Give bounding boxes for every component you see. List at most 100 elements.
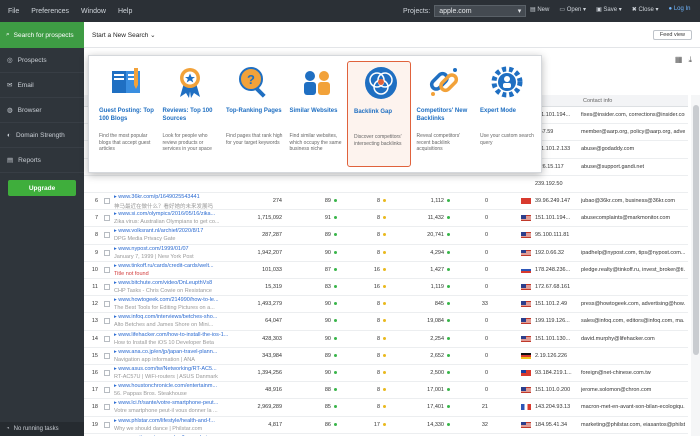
table-row[interactable]: 14 ▸ www.lifehacker.com/how-to-install-th…: [84, 331, 688, 348]
search-card-similar-websites[interactable]: Similar Websites Find similar websites, w…: [284, 61, 348, 167]
search-card-top-ranking-pages[interactable]: ? Top-Ranking Pages Find pages that rank h…: [220, 61, 284, 167]
metric-cell: 90: [299, 370, 337, 376]
save-button[interactable]: ▣ Save ▾: [596, 6, 622, 13]
row-checkbox[interactable]: [104, 318, 110, 325]
menu-file[interactable]: File: [8, 8, 19, 15]
table-row[interactable]: 12 ▸ www.howtogeek.com/214990/how-to-le..…: [84, 296, 688, 314]
start-new-search-button[interactable]: Start a New Search ⌄: [92, 31, 156, 39]
status-dot-icon: [447, 285, 450, 289]
row-url-link[interactable]: ▸ www.bitchute.com/video/DnLeupthVs8: [114, 280, 254, 286]
table-row[interactable]: 18 ▸ www.lci.fr/sante/votre-smartphone-pe…: [84, 399, 688, 417]
card-title: Top-Ranking Pages: [226, 108, 282, 114]
metric-value: 8: [376, 249, 380, 256]
metric-cell: 8: [354, 387, 386, 393]
menu-help[interactable]: Help: [118, 8, 132, 15]
table-row[interactable]: 17 ▸ www.houstonchronicle.com/entertainm.…: [84, 382, 688, 400]
ip-cell: 192.0.66.32: [535, 249, 565, 256]
country-flag-icon: [521, 370, 531, 376]
sidebar-search-prospects[interactable]: ⌕ Search for prospects: [0, 22, 84, 48]
metric-cell: 17,001: [404, 387, 450, 393]
row-checkbox[interactable]: [104, 387, 110, 394]
view-icons: ▦ ⤓: [675, 55, 692, 65]
row-checkbox[interactable]: [104, 352, 110, 359]
search-card-competitors-new-backlinks[interactable]: Competitors' New Backlinks Reveal competi…: [411, 61, 475, 167]
upgrade-button[interactable]: Upgrade: [8, 180, 76, 196]
row-checkbox[interactable]: [104, 421, 110, 428]
table-row[interactable]: 16 ▸ www.asus.com/tw/Networking/RT-AC5...…: [84, 365, 688, 383]
row-url-link[interactable]: ▸ www.asus.com/tw/Networking/RT-AC5...: [114, 366, 254, 372]
metric-value: 17,401: [427, 404, 444, 411]
row-checkbox[interactable]: [104, 301, 110, 308]
table-row[interactable]: 11 ▸ www.bitchute.com/video/DnLeupthVs8 CH…: [84, 279, 688, 297]
sidebar-item-reports[interactable]: ▤ Reports: [0, 148, 84, 173]
row-url-link[interactable]: ▸ www.howtogeek.com/214990/how-to-le...: [114, 297, 254, 303]
ip-cell: 184.95.41.34: [535, 421, 568, 428]
column-header-contact[interactable]: Contact info: [583, 98, 612, 104]
row-url-link[interactable]: ▸ www.houstonchronicle.com/entertainm...: [114, 383, 254, 389]
contact-cell: abuse@godaddy.com: [581, 146, 635, 153]
table-row[interactable]: 239.192.50: [84, 176, 688, 193]
metric-cell: 83: [299, 284, 337, 290]
sidebar-item-browser[interactable]: ◍ Browser: [0, 98, 84, 123]
status-dot-icon: [383, 405, 386, 409]
row-url-link[interactable]: ▸ www.si.com/olympics/2016/05/16/zika...: [114, 211, 254, 217]
status-dot-icon: [334, 302, 337, 306]
row-url-link[interactable]: ▸ www.phlstar.com/lifestyle/health-and-f…: [114, 418, 254, 424]
search-card-guest-posting-top-100-blogs[interactable]: Guest Posting: Top 100 Blogs Find the mos…: [93, 61, 157, 167]
sidebar-item-email[interactable]: ✉ Email: [0, 73, 84, 98]
menu-preferences[interactable]: Preferences: [31, 8, 69, 15]
metric-value: 90: [324, 370, 331, 376]
table-row[interactable]: 6 ▸ www.36kr.com/p/1649025543441 神马最近在做什么？…: [84, 193, 688, 211]
close-button[interactable]: ✖ Close ▾: [632, 6, 659, 13]
row-checkbox[interactable]: [104, 404, 110, 411]
row-checkbox[interactable]: [104, 266, 110, 273]
row-checkbox[interactable]: [104, 198, 110, 204]
search-card-expert-mode[interactable]: Expert Mode Use your custom search query: [474, 61, 538, 167]
search-icon: ⌕: [6, 31, 10, 38]
row-checkbox[interactable]: [104, 215, 110, 222]
status-dot-icon: [334, 336, 337, 340]
row-url-link[interactable]: ▸ www.36kr.com/p/1649025543441: [114, 194, 254, 200]
row-url-link[interactable]: ▸ www.ana.co.jp/en/jp/japan-travel-plann…: [114, 349, 254, 355]
table-row[interactable]: 10 ▸ www.tinkoff.ru/cards/credit-cards/we…: [84, 262, 688, 279]
sidebar-item-domain-strength[interactable]: ◐ Domain Strength: [0, 123, 84, 148]
feed-view-button[interactable]: Feed view: [652, 30, 692, 40]
row-checkbox[interactable]: [104, 284, 110, 290]
url-text: www.tinkoff.ru/cards/credit-cards/welt..…: [118, 262, 214, 269]
table-row[interactable]: 15 ▸ www.ana.co.jp/en/jp/japan-travel-pla…: [84, 348, 688, 365]
table-row[interactable]: 19 ▸ www.phlstar.com/lifestyle/health-and…: [84, 417, 688, 434]
row-url-link[interactable]: ▸ www.lci.fr/sante/votre-smartphone-peut…: [114, 400, 254, 406]
row-checkbox[interactable]: [104, 335, 110, 342]
table-row[interactable]: 9 ▸ www.nypost.com/1999/01/07 January 7, 1…: [84, 245, 688, 262]
row-url-link[interactable]: ▸ www.infoq.com/interviews/betches-sho..…: [114, 314, 254, 320]
row-url-link[interactable]: ▸ www.nypost.com/1999/01/07: [114, 246, 254, 252]
new-button[interactable]: ▤ New: [530, 6, 549, 13]
grid-view-icon[interactable]: ▦: [675, 55, 683, 65]
row-checkbox[interactable]: [104, 249, 110, 256]
url-text: www.si.com/olympics/2016/05/16/zika...: [118, 211, 216, 218]
open-button[interactable]: ▭ Open ▾: [559, 6, 586, 13]
metric-cell: 0: [484, 318, 488, 325]
svg-text:?: ?: [247, 72, 255, 87]
metric-cell: 428,303: [262, 335, 282, 342]
table-row[interactable]: 7 ▸ www.si.com/olympics/2016/05/16/zika..…: [84, 210, 688, 228]
row-url-link[interactable]: ▸ www.lifehacker.com/how-to-install-the-…: [114, 332, 254, 338]
scrollbar-thumb[interactable]: [693, 105, 699, 355]
running-tasks-status[interactable]: ◔ No running tasks: [0, 422, 84, 436]
table-row[interactable]: 13 ▸ www.infoq.com/interviews/betches-sho…: [84, 313, 688, 331]
login-button[interactable]: ● Log In: [669, 6, 691, 13]
row-checkbox[interactable]: [104, 232, 110, 239]
export-icon[interactable]: ⤓: [688, 55, 692, 65]
row-url-link[interactable]: ▸ www.volksrant.nl/archief/2020/8/17: [114, 228, 254, 234]
project-dropdown[interactable]: apple.com ▾: [434, 5, 527, 17]
search-card-reviews-top-100-sources[interactable]: Reviews: Top 100 Sources Look for people …: [157, 61, 221, 167]
table-row[interactable]: 8 ▸ www.volksrant.nl/archief/2020/8/17 DPG…: [84, 227, 688, 245]
sidebar-item-prospects[interactable]: ◎ Prospects: [0, 48, 84, 73]
metric-value: 14,330: [427, 421, 444, 428]
search-card-backlink-gap[interactable]: Backlink Gap Discover competitors' inters…: [347, 61, 411, 167]
menu-window[interactable]: Window: [81, 8, 106, 15]
row-checkbox[interactable]: [104, 370, 110, 376]
metric-cell: 4,817: [268, 421, 282, 428]
metric-value: 90: [324, 318, 331, 325]
row-url-link[interactable]: ▸ www.tinkoff.ru/cards/credit-cards/welt…: [114, 263, 254, 269]
